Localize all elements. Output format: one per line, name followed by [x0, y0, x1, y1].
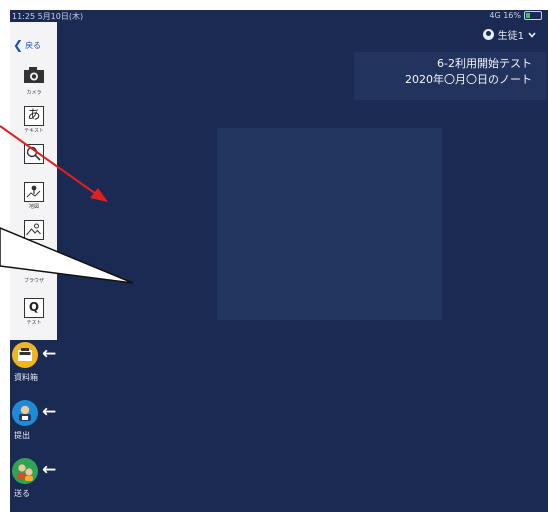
red-arrow-annotation: [0, 125, 108, 202]
